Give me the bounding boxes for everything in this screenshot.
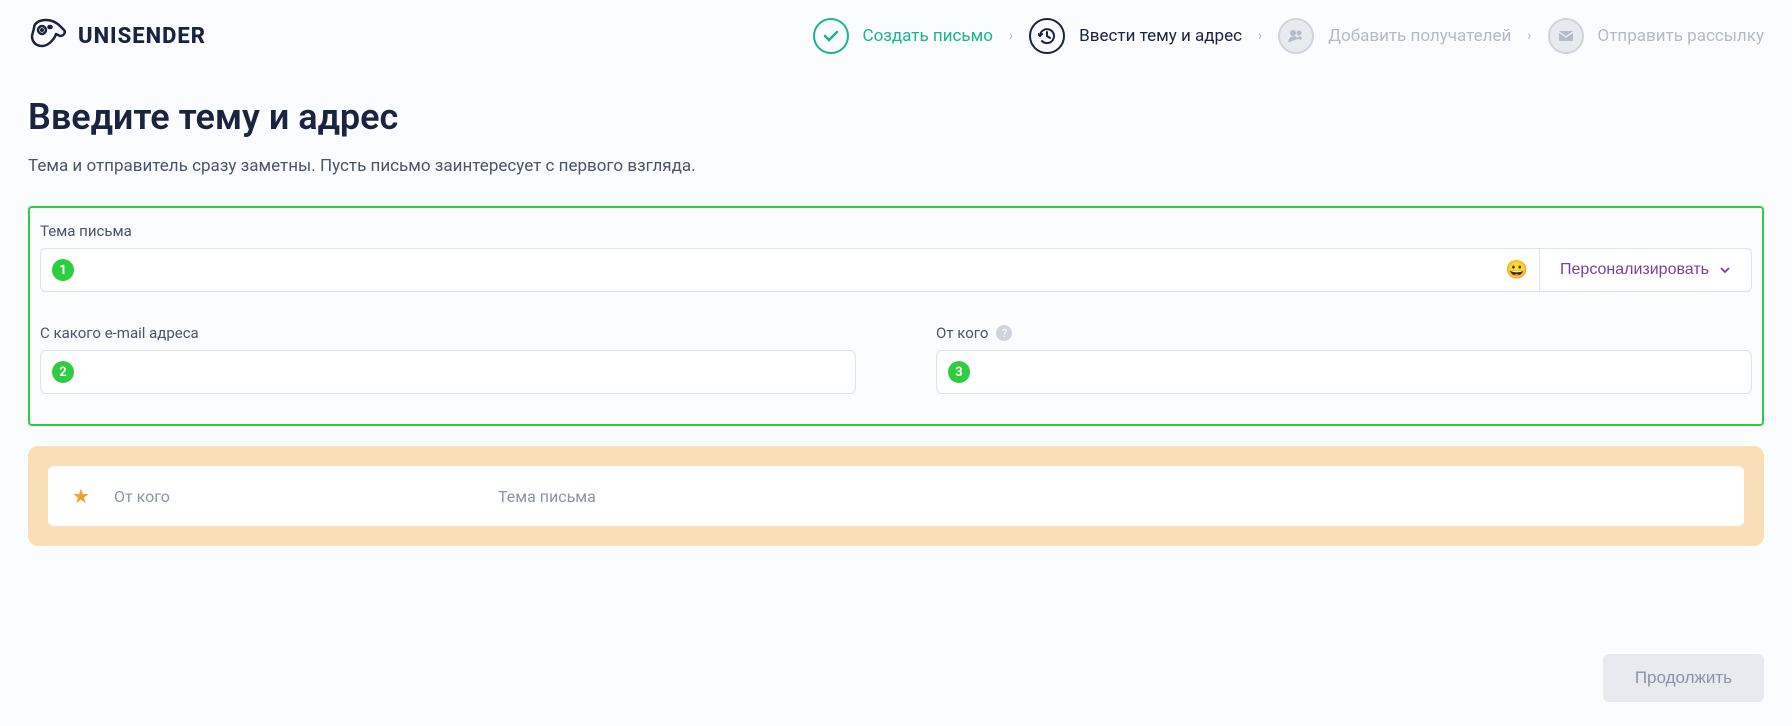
chevron-right-icon: ›	[1258, 28, 1262, 44]
step-label: Отправить рассылку	[1598, 26, 1764, 46]
star-icon[interactable]: ★	[72, 484, 90, 508]
logo-text: UNISENDER	[78, 24, 206, 49]
from-name-label: От кого ?	[936, 324, 1752, 342]
app-header: UNISENDER Создать письмо › Ввести тему и…	[0, 0, 1792, 72]
emoji-icon[interactable]: 😀	[1506, 260, 1528, 281]
from-email-col: С какого e-mail адреса 2	[40, 324, 856, 394]
preview-box: ★ От кого Тема письма	[28, 446, 1764, 546]
step-label: Добавить получателей	[1328, 26, 1511, 46]
page-title: Введите тему и адрес	[28, 96, 1764, 138]
subject-row: 1 😀 Персонализировать	[40, 248, 1752, 292]
form-highlight-box: Тема письма 1 😀 Персонализировать С како…	[28, 206, 1764, 426]
step-subject-address[interactable]: Ввести тему и адрес	[1029, 18, 1242, 54]
subject-input-wrap: 1 😀	[40, 248, 1540, 292]
page-content: Введите тему и адрес Тема и отправитель …	[0, 72, 1792, 570]
from-email-input[interactable]	[40, 350, 856, 394]
preview-from-text: От кого	[114, 487, 474, 506]
chevron-down-icon	[1719, 264, 1731, 276]
chevron-right-icon: ›	[1527, 28, 1531, 44]
step-label: Создать письмо	[863, 26, 993, 46]
continue-button[interactable]: Продолжить	[1603, 654, 1764, 702]
personalize-button[interactable]: Персонализировать	[1540, 248, 1752, 292]
from-name-wrap: 3	[936, 350, 1752, 394]
step-label: Ввести тему и адрес	[1079, 26, 1242, 46]
checkmark-icon	[813, 18, 849, 54]
step-add-recipients: Добавить получателей	[1278, 18, 1511, 54]
two-column-row: С какого e-mail адреса 2 От кого ? 3	[40, 324, 1752, 394]
step-create-email[interactable]: Создать письмо	[813, 18, 993, 54]
page-subtitle: Тема и отправитель сразу заметны. Пусть …	[28, 156, 1764, 176]
from-email-wrap: 2	[40, 350, 856, 394]
subject-label: Тема письма	[40, 222, 1752, 240]
personalize-label: Персонализировать	[1560, 261, 1709, 279]
annotation-badge-1: 1	[52, 259, 74, 281]
logo-icon	[28, 16, 68, 56]
history-icon	[1029, 18, 1065, 54]
annotation-badge-3: 3	[948, 361, 970, 383]
annotation-badge-2: 2	[52, 361, 74, 383]
footer-actions: Продолжить	[1603, 654, 1764, 702]
preview-subject-text: Тема письма	[498, 487, 596, 506]
envelope-icon	[1548, 18, 1584, 54]
wizard-stepper: Создать письмо › Ввести тему и адрес › Д…	[813, 18, 1765, 54]
help-icon[interactable]: ?	[996, 325, 1012, 341]
from-name-input[interactable]	[936, 350, 1752, 394]
from-email-label: С какого e-mail адреса	[40, 324, 856, 342]
logo[interactable]: UNISENDER	[28, 16, 206, 56]
users-plus-icon	[1278, 18, 1314, 54]
from-name-col: От кого ? 3	[936, 324, 1752, 394]
step-send-campaign: Отправить рассылку	[1548, 18, 1764, 54]
chevron-right-icon: ›	[1009, 28, 1013, 44]
subject-input[interactable]	[40, 248, 1540, 292]
preview-card: ★ От кого Тема письма	[48, 466, 1744, 526]
